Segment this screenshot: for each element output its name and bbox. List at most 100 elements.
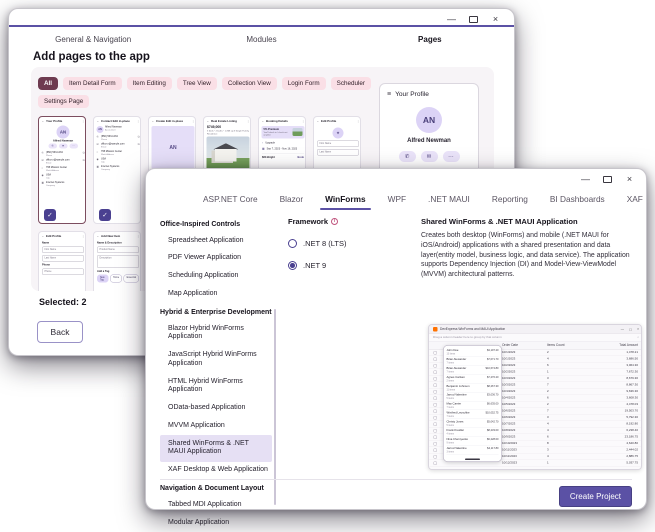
sidebar-item-mvvm-application[interactable]: MVVM Application — [160, 417, 272, 435]
row-checkbox — [434, 455, 438, 459]
customer-items: 7 items — [447, 406, 462, 409]
filter-chip-scheduler[interactable]: Scheduler — [331, 77, 371, 90]
close-icon[interactable]: × — [625, 175, 634, 184]
input-field: Last Name — [317, 149, 359, 156]
filter-chip-settings-page[interactable]: Settings Page — [38, 95, 89, 108]
field-label: Add a Tag — [97, 270, 139, 273]
sidebar-item-modular-application[interactable]: Modular Application — [160, 514, 272, 532]
customer-items: 4 items — [447, 433, 465, 436]
card-title: Add New Item — [101, 235, 135, 238]
card-checkbox check-icon[interactable]: ✓ — [44, 209, 56, 221]
sidebar-item-odata-based-application[interactable]: OData-based Application — [160, 400, 272, 418]
cell-total-amount: 8,192.80 — [590, 423, 642, 426]
cell-order-date: 10/4/2023 — [502, 397, 547, 400]
radio-label: .NET 9 — [303, 261, 326, 270]
contact-label: Phone — [46, 154, 81, 157]
platform-tab-wpf[interactable]: WPF — [386, 189, 408, 211]
page-card-your-profile[interactable]: ←Your Profile⋮ANAlfred Newman✆✉⋯✆(650) 5… — [38, 116, 86, 224]
template-description: Creates both desktop (WinForms) and mobi… — [421, 231, 639, 280]
promo-banner: 5% PremiumYou'll check in / check out an… — [262, 126, 305, 138]
field-label: Name & Description — [97, 242, 139, 245]
filter-chip-item-editing[interactable]: Item Editing — [127, 77, 172, 90]
back-button[interactable]: Back — [37, 321, 83, 343]
sidebar-item-pdf-viewer-application[interactable]: PDF Viewer Application — [160, 250, 272, 268]
sidebar-scrollbar[interactable] — [274, 309, 276, 505]
template-sidebar: Office-Inspired ControlsSpreadsheet Appl… — [160, 215, 272, 532]
card-header: ←Booking Details⋮ — [259, 117, 306, 125]
maximize-icon[interactable] — [603, 176, 612, 183]
row-checkbox — [434, 409, 438, 413]
sidebar-item-scheduling-application[interactable]: Scheduling Application — [160, 268, 272, 286]
preview-app-title: DevExpress WinForms and MAUI Application — [440, 328, 618, 332]
filter-chip-item-detail-form[interactable]: Item Detail Form — [63, 77, 122, 90]
platform-tab-net-maui[interactable]: .NET MAUI — [426, 189, 472, 211]
customer-row: Brian Alexander7 items$10,674.80 — [447, 366, 499, 375]
preview-title: Your Profile — [395, 91, 429, 98]
filter-chip-tree-view[interactable]: Tree View — [177, 77, 217, 90]
radio-icon[interactable] — [288, 239, 297, 248]
phone-home-indicator — [465, 459, 480, 461]
framework-label: Framework — [288, 217, 328, 226]
close-icon[interactable]: × — [491, 15, 500, 24]
sidebar-item-spreadsheet-application[interactable]: Spreadsheet Application — [160, 232, 272, 250]
platform-tab-bi-dashboards[interactable]: BI Dashboards — [548, 189, 607, 211]
sidebar-heading-hybrid-enterprise-development: Hybrid & Enterprise Development — [160, 303, 272, 320]
cell-total-amount: 23,186.75 — [590, 436, 642, 439]
platform-tab-blazor[interactable]: Blazor — [278, 189, 306, 211]
customer-row: Winifred Leuschke7 items$10,052.75 — [447, 410, 499, 419]
platform-tab-reporting[interactable]: Reporting — [490, 189, 530, 211]
sidebar-item-tabbed-mdi-application[interactable]: Tabbed MDI Application — [160, 496, 272, 514]
sidebar-item-javascript-hybrid-winforms-application[interactable]: JavaScript Hybrid WinForms Application — [160, 347, 272, 374]
preview-window-controls: —▢× — [621, 327, 639, 331]
customer-total: $8,233.00 — [487, 429, 499, 432]
selected-count: Selected: 2 — [39, 297, 87, 307]
input-field: First Name — [42, 247, 84, 254]
card-header: ←Edit Profile⋮ — [314, 117, 361, 125]
sidebar-item-html-hybrid-winforms-application[interactable]: HTML Hybrid WinForms Application — [160, 373, 272, 400]
customer-items: 13 items — [447, 353, 459, 356]
page-card-edit-profile[interactable]: ←Edit Profile⋮NameFirst NameLast NamePho… — [38, 231, 86, 291]
column-header: Items Count — [547, 344, 590, 348]
sidebar-item-shared-winforms-net-maui-application[interactable]: Shared WinForms & .NET MAUI Application — [160, 435, 272, 462]
wizard-tab-pages[interactable]: Pages — [346, 30, 514, 49]
customer-total: $10,674.80 — [486, 367, 499, 370]
platform-tab-xaf[interactable]: XAF — [625, 189, 645, 211]
maximize-icon[interactable] — [469, 16, 478, 23]
contact-row: ◉USACity — [94, 157, 141, 165]
card-header: ←Real Estate Listing⋮ — [204, 117, 251, 125]
page-card-add-new-item[interactable]: ←Add New Item⋮Name & DescriptionProduct … — [93, 231, 141, 291]
cell-items-count: 6 — [547, 364, 590, 367]
cell-total-amount: 1,478.21 — [590, 351, 642, 354]
filter-chip-collection-view[interactable]: Collection View — [222, 77, 277, 90]
profile-action-pills: ✆✉⋯ — [39, 144, 86, 149]
platform-tab-asp-net-core[interactable]: ASP.NET Core — [201, 189, 260, 211]
wizard-tab-modules[interactable]: Modules — [177, 30, 345, 49]
card-checkbox check-icon[interactable]: ✓ — [99, 209, 111, 221]
filter-chip-login-form[interactable]: Login Form — [282, 77, 326, 90]
framework-option-net-8-lts[interactable]: .NET 8 (LTS) — [288, 239, 346, 248]
framework-option-net-9[interactable]: .NET 9 — [288, 261, 346, 270]
cell-order-date: 10/1/2023 — [502, 358, 547, 361]
wizard-tab-general-navigation[interactable]: General & Navigation — [9, 30, 177, 49]
minimize-icon[interactable]: — — [447, 15, 456, 24]
page-card-contact-edit-in-place[interactable]: ←Contact Edit in-place⋮ANAlfred NewmanAc… — [93, 116, 141, 224]
sidebar-item-map-application[interactable]: Map Application — [160, 285, 272, 303]
minimize-icon[interactable]: — — [581, 175, 590, 184]
back-arrow-icon: ← — [42, 120, 45, 123]
filter-chip-row: All Item Detail Form Item Editing Tree View… — [38, 77, 378, 108]
cell-order-date: 10/2/2023 — [502, 371, 547, 374]
sidebar-item-xaf-desktop-web-application[interactable]: XAF Desktop & Web Application — [160, 462, 272, 480]
booking-dates: Sep 7, 2023 - Nov 16, 2023 — [267, 147, 298, 150]
customer-row: Christy Jones5 items$5,042.70 — [447, 419, 499, 428]
filter-chip-all[interactable]: All — [38, 77, 58, 90]
radio-icon[interactable] — [288, 261, 297, 270]
create-project-button[interactable]: Create Project — [559, 486, 632, 507]
sidebar-item-blazor-hybrid-winforms-application[interactable]: Blazor Hybrid WinForms Application — [160, 320, 272, 347]
template-title: Shared WinForms & .NET MAUI Application — [421, 217, 639, 226]
info-icon[interactable]: i — [331, 218, 338, 225]
platform-tab-winforms[interactable]: WinForms — [323, 189, 368, 211]
cell-total-amount: 8,867.30 — [590, 384, 642, 387]
copy-icon: ⧉ — [83, 159, 85, 162]
input-field: Last Name — [42, 255, 84, 262]
cell-order-date: 10/9/2023 — [502, 436, 547, 439]
